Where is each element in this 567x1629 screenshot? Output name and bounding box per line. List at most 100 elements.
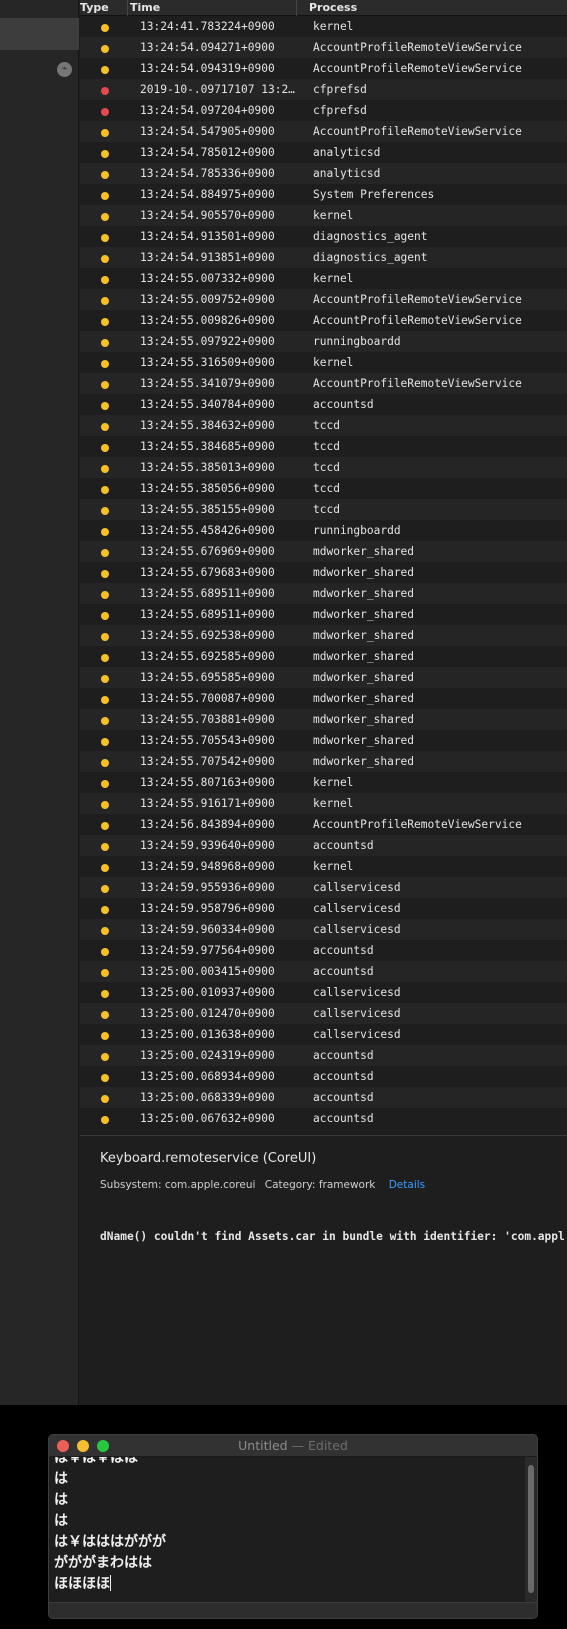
table-row[interactable]: 13:24:55.007332+0900 kernel <box>80 268 567 289</box>
warning-dot-icon <box>101 927 109 935</box>
warning-dot-icon <box>101 633 109 641</box>
table-row[interactable]: 13:24:59.955936+0900 callservicesd <box>80 877 567 898</box>
table-row[interactable]: 13:25:00.068934+0900 accountsd <box>80 1066 567 1087</box>
row-time: 13:25:00.003415+0900 <box>140 965 275 978</box>
table-row[interactable]: 13:25:00.013638+0900 callservicesd <box>80 1024 567 1045</box>
text-line-content: ほほほほ <box>54 1576 110 1592</box>
table-row[interactable]: 13:24:55.692538+0900 mdworker_shared <box>80 625 567 646</box>
details-link[interactable]: Details <box>389 1179 425 1191</box>
text-area[interactable]: は￥は￥はははははは￥はははががが がががまわはは ほほほほ <box>49 1457 525 1602</box>
table-row[interactable]: 13:24:59.958796+0900 callservicesd <box>80 898 567 919</box>
activity-icon[interactable]: ⌁ <box>57 62 72 77</box>
table-row[interactable]: 13:24:54.913851+0900 diagnostics_agent <box>80 247 567 268</box>
row-process: cfprefsd <box>313 104 367 117</box>
table-row[interactable]: 13:24:55.458426+0900 runningboardd <box>80 520 567 541</box>
table-row[interactable]: 13:24:55.703881+0900 mdworker_shared <box>80 709 567 730</box>
row-time: 13:24:54.884975+0900 <box>140 188 275 201</box>
table-row[interactable]: 13:24:55.689511+0900 mdworker_shared <box>80 604 567 625</box>
textedit-window: Untitled — Edited は￥は￥はははははは￥はははががが がががまわ… <box>48 1434 538 1619</box>
table-row[interactable]: 13:24:54.905570+0900 kernel <box>80 205 567 226</box>
sidebar: ⌁ <box>0 0 79 1405</box>
table-row[interactable]: 13:24:54.884975+0900 System Preferences <box>80 184 567 205</box>
table-row[interactable]: 13:24:55.384685+0900 tccd <box>80 436 567 457</box>
table-row[interactable]: 13:24:55.689511+0900 mdworker_shared <box>80 583 567 604</box>
table-row[interactable]: 13:24:54.785012+0900 analyticsd <box>80 142 567 163</box>
row-process: AccountProfileRemoteViewService <box>313 818 522 831</box>
table-row[interactable]: 13:24:55.700087+0900 mdworker_shared <box>80 688 567 709</box>
table-row[interactable]: 13:24:54.094319+0900 AccountProfileRemote… <box>80 58 567 79</box>
row-time: 13:24:55.695585+0900 <box>140 671 275 684</box>
row-time: 13:25:00.067632+0900 <box>140 1112 275 1125</box>
row-process: tccd <box>313 440 340 453</box>
table-row[interactable]: 13:24:55.385013+0900 tccd <box>80 457 567 478</box>
column-divider[interactable] <box>127 0 128 16</box>
row-process: System Preferences <box>313 188 435 201</box>
row-process: mdworker_shared <box>313 755 415 768</box>
table-row[interactable]: 13:24:55.916171+0900 kernel <box>80 793 567 814</box>
row-process: accountsd <box>313 1049 374 1062</box>
row-time: 13:24:41.783224+0900 <box>140 20 275 33</box>
vertical-scrollbar[interactable] <box>525 1457 537 1602</box>
table-row[interactable]: 13:24:54.547905+0900 AccountProfileRemote… <box>80 121 567 142</box>
table-row[interactable]: 2019-10-.09717107 13:2… cfprefsd <box>80 79 567 100</box>
table-row[interactable]: 13:24:55.340784+0900 accountsd <box>80 394 567 415</box>
table-row[interactable]: 13:25:00.024319+0900 accountsd <box>80 1045 567 1066</box>
row-process: kernel <box>313 776 354 789</box>
table-row[interactable]: 13:25:00.067632+0900 accountsd <box>80 1108 567 1129</box>
table-row[interactable]: 13:24:55.692585+0900 mdworker_shared <box>80 646 567 667</box>
sidebar-selected-item[interactable] <box>0 18 79 50</box>
table-row[interactable]: 13:24:55.695585+0900 mdworker_shared <box>80 667 567 688</box>
row-process: AccountProfileRemoteViewService <box>313 293 522 306</box>
table-row[interactable]: 13:24:55.676969+0900 mdworker_shared <box>80 541 567 562</box>
table-row[interactable]: 13:24:55.705543+0900 mdworker_shared <box>80 730 567 751</box>
scrollbar-thumb[interactable] <box>528 1465 534 1593</box>
table-row[interactable]: 13:24:56.843894+0900 AccountProfileRemote… <box>80 814 567 835</box>
row-time: 13:25:00.010937+0900 <box>140 986 275 999</box>
table-row[interactable]: 13:25:00.068339+0900 accountsd <box>80 1087 567 1108</box>
table-row[interactable]: 13:24:55.679683+0900 mdworker_shared <box>80 562 567 583</box>
column-header-time[interactable]: Time <box>130 0 160 15</box>
table-row[interactable]: 13:24:59.960334+0900 callservicesd <box>80 919 567 940</box>
document-name: Untitled <box>238 1438 288 1453</box>
table-row[interactable]: 13:24:55.385155+0900 tccd <box>80 499 567 520</box>
warning-dot-icon <box>101 129 109 137</box>
table-row[interactable]: 13:24:55.097922+0900 runningboardd <box>80 331 567 352</box>
row-time: 13:24:55.316509+0900 <box>140 356 275 369</box>
table-row[interactable]: 13:24:59.939640+0900 accountsd <box>80 835 567 856</box>
row-time: 13:24:55.385155+0900 <box>140 503 275 516</box>
table-row[interactable]: 13:24:54.785336+0900 analyticsd <box>80 163 567 184</box>
table-row[interactable]: 13:24:59.977564+0900 accountsd <box>80 940 567 961</box>
table-row[interactable]: 13:25:00.010937+0900 callservicesd <box>80 982 567 1003</box>
column-header-process[interactable]: Process <box>309 0 357 15</box>
text-line: がががまわはは <box>54 1553 166 1574</box>
table-row[interactable]: 13:24:55.807163+0900 kernel <box>80 772 567 793</box>
window-titlebar[interactable]: Untitled — Edited <box>49 1435 537 1457</box>
table-row[interactable]: 13:24:54.094271+0900 AccountProfileRemote… <box>80 37 567 58</box>
table-row[interactable]: 13:24:55.009752+0900 AccountProfileRemote… <box>80 289 567 310</box>
table-row[interactable]: 13:24:55.384632+0900 tccd <box>80 415 567 436</box>
table-row[interactable]: 13:24:55.385056+0900 tccd <box>80 478 567 499</box>
table-row[interactable]: 13:24:55.009826+0900 AccountProfileRemote… <box>80 310 567 331</box>
warning-dot-icon <box>101 528 109 536</box>
table-row[interactable]: 13:24:55.341079+0900 AccountProfileRemote… <box>80 373 567 394</box>
table-row[interactable]: 13:24:55.707542+0900 mdworker_shared <box>80 751 567 772</box>
column-divider[interactable] <box>296 0 297 16</box>
table-row[interactable]: 13:24:41.783224+0900 kernel <box>80 16 567 37</box>
row-time: 13:24:54.785336+0900 <box>140 167 275 180</box>
row-time: 13:24:55.807163+0900 <box>140 776 275 789</box>
row-time: 13:24:55.097922+0900 <box>140 335 275 348</box>
warning-dot-icon <box>101 255 109 263</box>
table-row[interactable]: 13:24:55.316509+0900 kernel <box>80 352 567 373</box>
table-row[interactable]: 13:24:59.948968+0900 kernel <box>80 856 567 877</box>
table-row[interactable]: 13:25:00.003415+0900 accountsd <box>80 961 567 982</box>
column-header-type[interactable]: Type <box>80 0 109 15</box>
row-process: accountsd <box>313 944 374 957</box>
text-line: は <box>54 1469 166 1490</box>
table-row[interactable]: 13:24:54.097204+0900 cfprefsd <box>80 100 567 121</box>
table-row[interactable]: 13:25:00.012470+0900 callservicesd <box>80 1003 567 1024</box>
warning-dot-icon <box>101 675 109 683</box>
warning-dot-icon <box>101 1011 109 1019</box>
row-process: mdworker_shared <box>313 650 415 663</box>
warning-dot-icon <box>101 381 109 389</box>
table-row[interactable]: 13:24:54.913501+0900 diagnostics_agent <box>80 226 567 247</box>
